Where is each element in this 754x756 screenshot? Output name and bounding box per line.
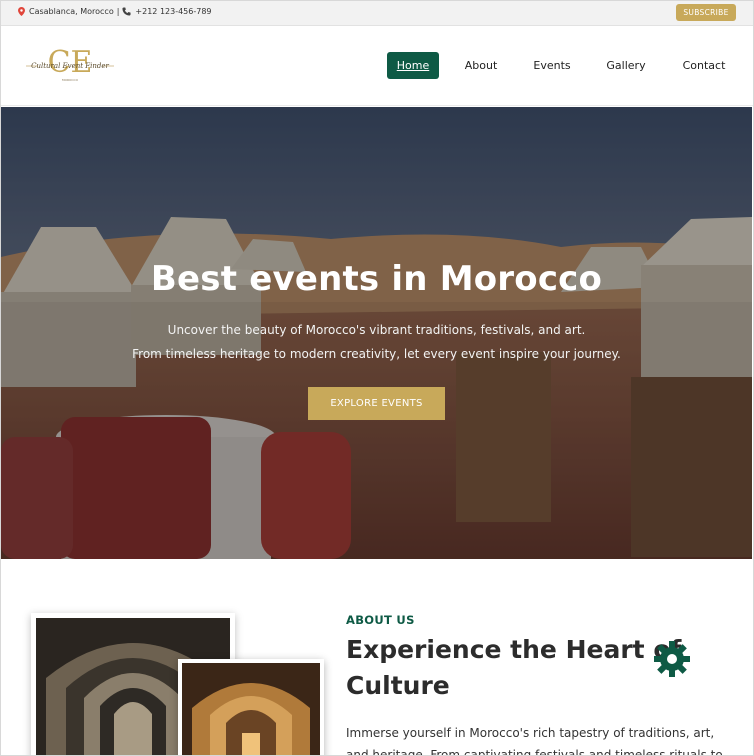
top-bar: Casablanca, Morocco | +212 123-456-789 S…: [0, 0, 754, 26]
about-paragraph: Immerse yourself in Morocco's rich tapes…: [346, 726, 723, 756]
about-heading-line1: Experience the Heart of: [346, 635, 682, 664]
location-pin-icon: [18, 7, 25, 16]
about-image-interior: [178, 659, 324, 756]
interior-photo: [182, 663, 320, 756]
location-text: Casablanca, Morocco: [29, 7, 114, 16]
divider: |: [116, 7, 120, 16]
gear-icon: [654, 641, 690, 677]
nav-home[interactable]: Home: [387, 52, 439, 79]
nav-about[interactable]: About: [458, 52, 504, 79]
nav-contact[interactable]: Contact: [675, 52, 733, 79]
subscribe-button[interactable]: SUBSCRIBE: [676, 4, 736, 21]
explore-events-button[interactable]: EXPLORE EVENTS: [308, 387, 445, 420]
about-label: ABOUT US: [346, 613, 415, 627]
phone-icon: [122, 7, 131, 16]
site-header: CE Cultural Event Finder MOROCCO Home Ab…: [0, 27, 754, 106]
about-heading-line2: Culture: [346, 671, 450, 700]
phone-text[interactable]: +212 123-456-789: [135, 7, 211, 16]
hero-section: Best events in Morocco Uncover the beaut…: [1, 107, 752, 559]
contact-info: Casablanca, Morocco | +212 123-456-789: [18, 7, 212, 16]
hero-subtitle-line2: From timeless heritage to modern creativ…: [132, 347, 621, 361]
nav-events[interactable]: Events: [527, 52, 577, 79]
hero-title: Best events in Morocco: [150, 259, 603, 299]
main-nav: Home About Events Gallery Contact: [0, 52, 754, 80]
about-section: ABOUT US Experience the Heart of Culture…: [0, 559, 754, 756]
nav-gallery[interactable]: Gallery: [598, 52, 654, 79]
hero-subtitle-line1: Uncover the beauty of Morocco's vibrant …: [167, 323, 586, 337]
